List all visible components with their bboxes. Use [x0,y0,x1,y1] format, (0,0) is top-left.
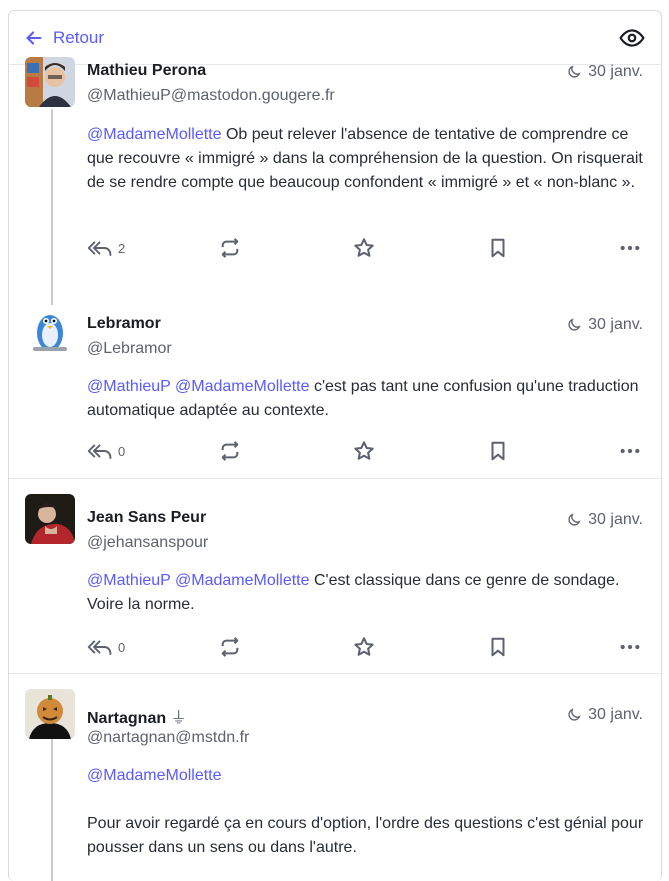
ground-badge: ⏚ [170,710,187,727]
more-button[interactable] [619,235,641,261]
display-name[interactable]: Lebramor [87,315,161,333]
bookmark-button[interactable] [487,438,509,464]
timestamp[interactable]: 30 janv. [566,511,643,529]
reply-count: 0 [118,443,126,459]
bookmark-button[interactable] [487,235,509,261]
avatar[interactable] [25,57,75,107]
avatar[interactable] [25,305,75,355]
reply-count: 2 [118,240,126,256]
eye-icon [619,28,645,47]
action-bar: 2 [87,235,647,261]
boost-button[interactable] [219,634,241,660]
status-content: @MathieuP @MadameMollette C'est classiqu… [87,569,647,617]
avatar[interactable] [25,689,75,739]
moon-icon [568,513,581,526]
avatar[interactable] [25,494,75,544]
status-item[interactable]: Lebramor @Lebramor 30 janv. @MathieuP @M… [9,305,661,479]
moon-icon [568,318,581,331]
timestamp-label: 30 janv. [588,316,643,333]
status-text: Pour avoir regardé ça en cours d'option,… [87,815,644,856]
toggle-visibility-button[interactable] [619,25,645,51]
timestamp-label: 30 janv. [588,511,643,528]
account-handle[interactable]: @nartagnan@mstdn.fr [87,729,249,747]
more-button[interactable] [619,634,641,660]
reply-all-icon [87,640,112,655]
timestamp[interactable]: 30 janv. [566,63,643,81]
reply-all-icon [87,444,112,459]
status-item[interactable]: Mathieu Perona @MathieuP@mastodon.gouger… [9,57,661,305]
bookmark-icon [491,637,505,657]
mention-link[interactable]: @MadameMollette [175,378,310,395]
timestamp[interactable]: 30 janv. [566,706,643,724]
star-icon [354,441,374,460]
status-content: @MadameMollette Ob peut relever l'absenc… [87,123,647,195]
status-item[interactable]: Jean Sans Peur @jehansanspour 30 janv. @… [9,478,661,674]
display-name-text: Nartagnan [87,710,167,727]
reply-count: 0 [118,639,126,655]
back-label: Retour [53,27,105,47]
thread-panel: Retour Mathieu Perona @MathieuP@mastodon… [8,10,662,881]
boost-icon [221,637,239,657]
action-bar: 0 [87,438,647,464]
arrow-left-icon [26,30,42,45]
action-bar: 0 [87,634,647,660]
column-header: Retour [9,11,661,65]
display-name[interactable]: Mathieu Perona [87,62,206,80]
status-item[interactable]: Nartagnan ⏚ @nartagnan@mstdn.fr 30 janv.… [9,673,661,881]
account-handle[interactable]: @MathieuP@mastodon.gougere.fr [87,87,335,105]
mention-link[interactable]: @MadameMollette [87,764,647,788]
timestamp-label: 30 janv. [588,63,643,80]
reply-button[interactable]: 0 [87,438,125,464]
favourite-button[interactable] [353,235,375,261]
more-icon [620,644,640,650]
timestamp-label: 30 janv. [588,706,643,723]
mention-link[interactable]: @MathieuP [87,378,171,395]
boost-button[interactable] [219,235,241,261]
reply-button[interactable]: 2 [87,235,125,261]
boost-icon [221,238,239,258]
favourite-button[interactable] [353,634,375,660]
bookmark-icon [491,441,505,461]
display-name[interactable]: Nartagnan ⏚ [87,704,187,728]
display-name[interactable]: Jean Sans Peur [87,509,206,527]
reply-all-icon [87,241,112,256]
boost-button[interactable] [219,438,241,464]
favourite-button[interactable] [353,438,375,464]
mention-link[interactable]: @MadameMollette [87,126,222,143]
reply-button[interactable]: 0 [87,634,125,660]
star-icon [354,637,374,656]
timestamp[interactable]: 30 janv. [566,316,643,334]
mention-link[interactable]: @MadameMollette [175,572,310,589]
more-icon [620,245,640,251]
account-handle[interactable]: @Lebramor [87,340,172,358]
moon-icon [568,65,581,78]
status-content: @MadameMollette Pour avoir regardé ça en… [87,764,647,860]
moon-icon [568,708,581,721]
thread-line [51,739,53,881]
back-button[interactable]: Retour [23,27,104,49]
account-handle[interactable]: @jehansanspour [87,534,208,552]
bookmark-icon [491,238,505,258]
more-button[interactable] [619,438,641,464]
star-icon [354,238,374,257]
status-content: @MathieuP @MadameMollette c'est pas tant… [87,375,647,423]
thread-line [51,109,53,305]
more-icon [620,448,640,454]
boost-icon [221,441,239,461]
bookmark-button[interactable] [487,634,509,660]
mention-link[interactable]: @MathieuP [87,572,171,589]
